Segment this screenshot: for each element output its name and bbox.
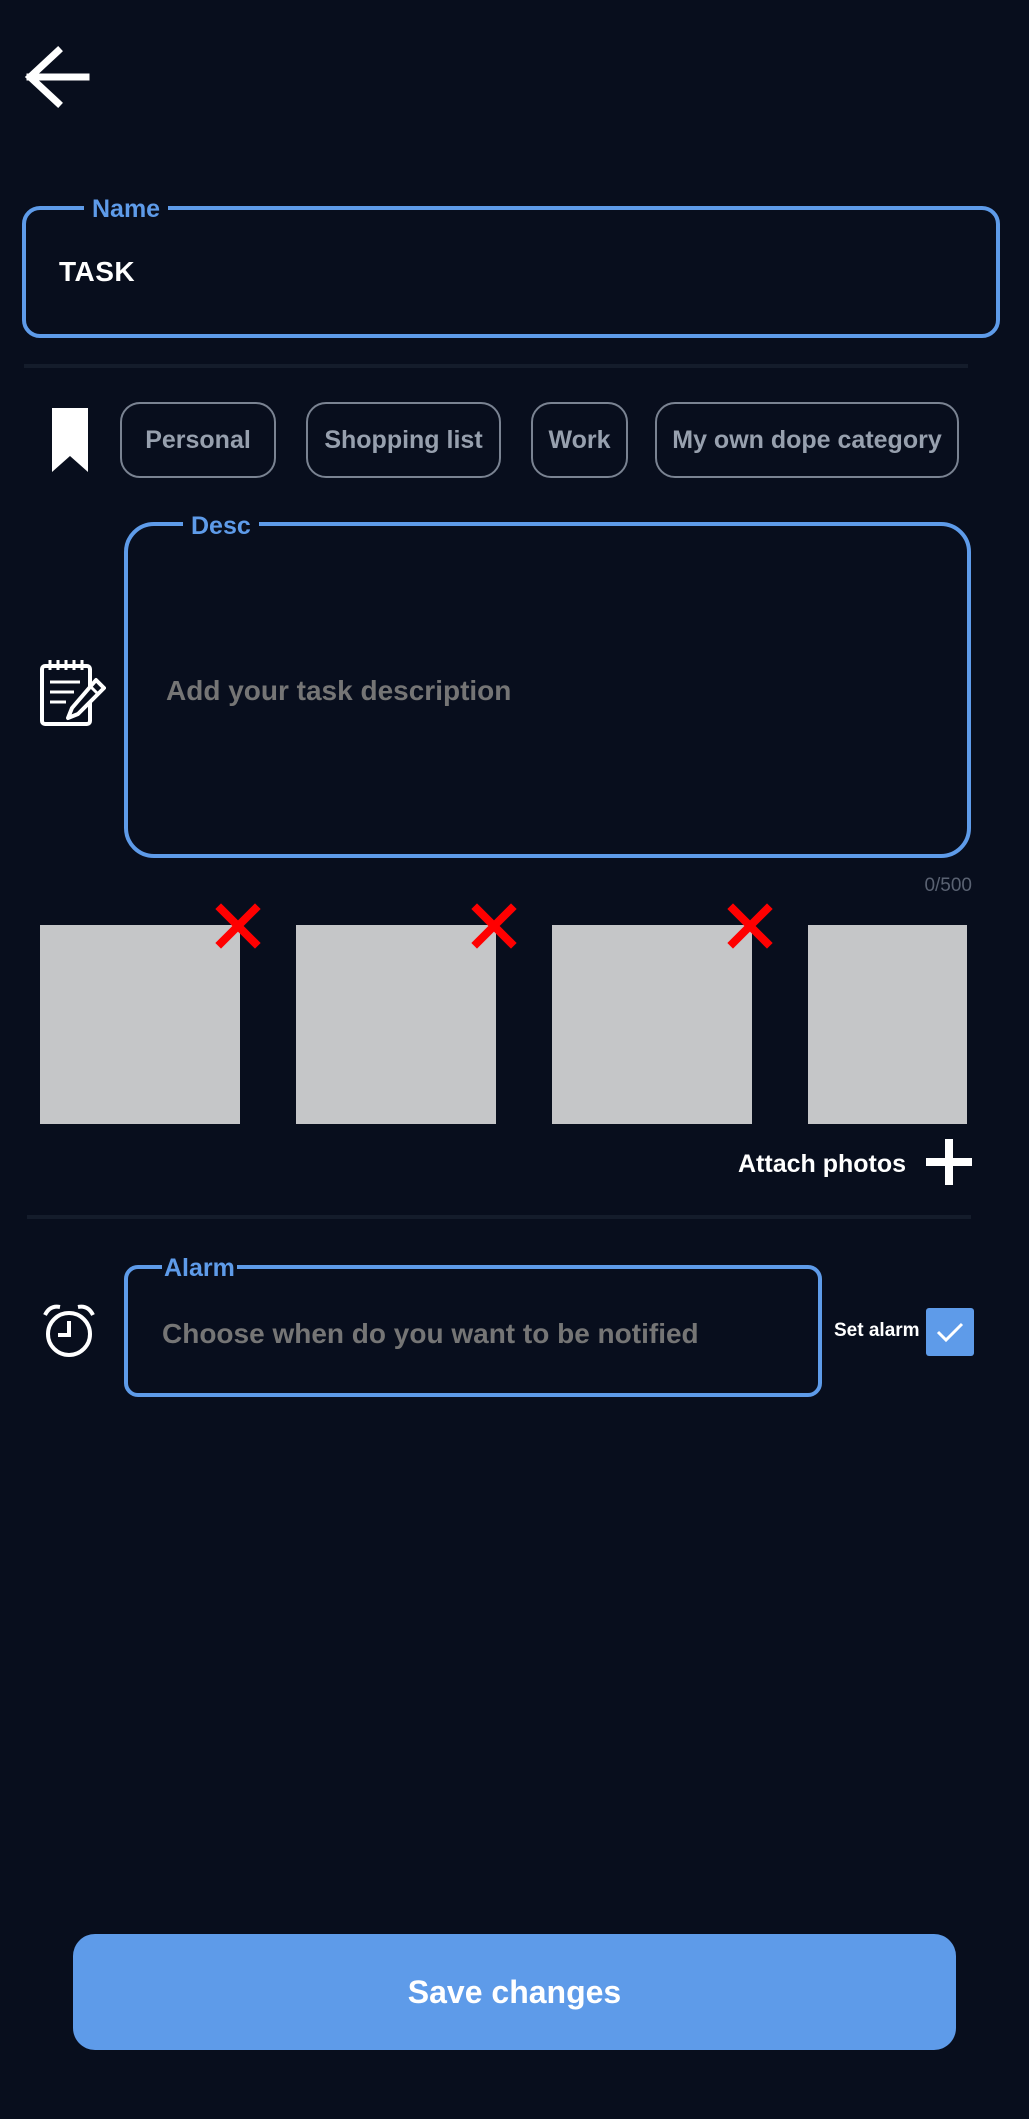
plus-icon[interactable] [924, 1137, 974, 1187]
notepad-edit-icon [40, 660, 106, 726]
close-x-icon[interactable] [471, 903, 517, 949]
name-value[interactable]: TASK [59, 256, 135, 288]
bookmark-icon [52, 408, 88, 472]
name-field-label: Name [84, 195, 169, 223]
description-input[interactable] [164, 674, 948, 708]
close-x-icon[interactable] [215, 903, 261, 949]
set-alarm-label: Set alarm [834, 1320, 920, 1341]
photo-thumbnail[interactable] [296, 925, 496, 1124]
category-chip-custom[interactable]: My own dope category [655, 402, 959, 478]
attach-photos-label[interactable]: Attach photos [738, 1150, 906, 1179]
save-changes-button[interactable]: Save changes [73, 1934, 956, 2050]
close-x-icon[interactable] [727, 903, 773, 949]
divider [27, 1215, 971, 1219]
category-chip-work[interactable]: Work [531, 402, 628, 478]
checkmark-icon [936, 1322, 964, 1343]
character-counter: 0/500 [924, 875, 972, 896]
alarm-input[interactable] [160, 1317, 804, 1351]
arrow-left-icon [24, 46, 90, 108]
photo-thumbnail[interactable] [808, 925, 967, 1124]
photo-thumbnail[interactable] [40, 925, 240, 1124]
alarm-clock-icon [43, 1304, 95, 1357]
description-field-label: Desc [183, 512, 259, 540]
set-alarm-checkbox[interactable] [926, 1308, 974, 1356]
name-field[interactable] [22, 206, 1000, 338]
category-chip-shopping-list[interactable]: Shopping list [306, 402, 501, 478]
alarm-field-label: Alarm [162, 1254, 237, 1282]
divider [24, 364, 968, 368]
back-button[interactable] [22, 45, 92, 110]
category-chip-personal[interactable]: Personal [120, 402, 276, 478]
photo-thumbnail[interactable] [552, 925, 752, 1124]
